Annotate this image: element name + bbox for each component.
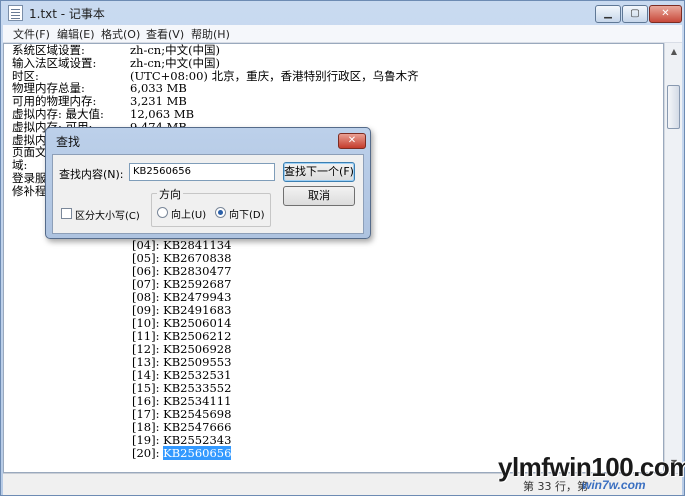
direction-up-radio[interactable] xyxy=(157,207,168,218)
watermark-sub: win7w.com xyxy=(582,478,646,492)
line-label: 输入法区域设置: xyxy=(12,55,97,70)
scroll-thumb[interactable] xyxy=(667,85,680,129)
find-dialog: 查找 ✕ 查找内容(N): KB2560656 查找下一个(F) 取消 向上(U… xyxy=(45,127,371,239)
maximize-button[interactable]: ▢ xyxy=(622,5,648,23)
direction-down-radio[interactable] xyxy=(215,207,226,218)
menu-format[interactable]: 格式(O) xyxy=(101,26,140,42)
dialog-close-button[interactable]: ✕ xyxy=(338,133,366,149)
find-what-input[interactable]: KB2560656 xyxy=(129,163,275,181)
direction-up-label[interactable]: 向上(U) xyxy=(171,206,206,221)
line-label: 虚拟内存: 最大值: xyxy=(12,106,104,121)
hotfix-last-row: [20]: KB2560656 xyxy=(132,446,232,460)
title-bar[interactable]: 1.txt - 记事本 ▁ ▢ ✕ xyxy=(1,1,684,25)
close-button[interactable]: ✕ xyxy=(649,5,682,23)
text-line: 虚拟内存: 最大值: 12,063 MB xyxy=(12,108,419,121)
dialog-body: 查找内容(N): KB2560656 查找下一个(F) 取消 向上(U) 向下(… xyxy=(52,154,364,234)
hotfix-list: [04]: KB2841134 [05]: KB2670838 [06]: KB28… xyxy=(132,239,232,460)
menu-bar: 文件(F) 编辑(E) 格式(O) 查看(V) 帮助(H) xyxy=(3,25,682,43)
direction-down-label[interactable]: 向下(D) xyxy=(229,206,265,221)
menu-view[interactable]: 查看(V) xyxy=(146,26,184,42)
cancel-button[interactable]: 取消 xyxy=(283,186,355,206)
direction-label: 方向 xyxy=(157,186,183,202)
hotfix-last-prefix: [20]: xyxy=(132,446,164,460)
vertical-scrollbar[interactable]: ▲ ▼ xyxy=(664,43,682,473)
window-title: 1.txt - 记事本 xyxy=(29,7,105,21)
match-case-label[interactable]: 区分大小写(C) xyxy=(75,207,140,222)
selected-text[interactable]: KB2560656 xyxy=(163,446,232,460)
minimize-button[interactable]: ▁ xyxy=(595,5,621,23)
dialog-title: 查找 xyxy=(56,135,81,149)
text-editor[interactable]: 系统区域设置: zh-cn;中文(中国) 输入法区域设置: zh-cn;中文(中国) 时… xyxy=(3,43,664,473)
scroll-up-icon[interactable]: ▲ xyxy=(666,44,682,60)
line-label: 系统区域设置: xyxy=(12,43,85,57)
find-what-label: 查找内容(N): xyxy=(59,168,124,181)
notepad-window: 1.txt - 记事本 ▁ ▢ ✕ 文件(F) 编辑(E) 格式(O) 查看(V… xyxy=(0,0,685,496)
notepad-icon xyxy=(8,5,23,21)
menu-file[interactable]: 文件(F) xyxy=(13,26,50,42)
menu-help[interactable]: 帮助(H) xyxy=(191,26,230,42)
find-next-button[interactable]: 查找下一个(F) xyxy=(283,162,355,182)
match-case-checkbox[interactable] xyxy=(61,208,72,219)
menu-edit[interactable]: 编辑(E) xyxy=(57,26,95,42)
